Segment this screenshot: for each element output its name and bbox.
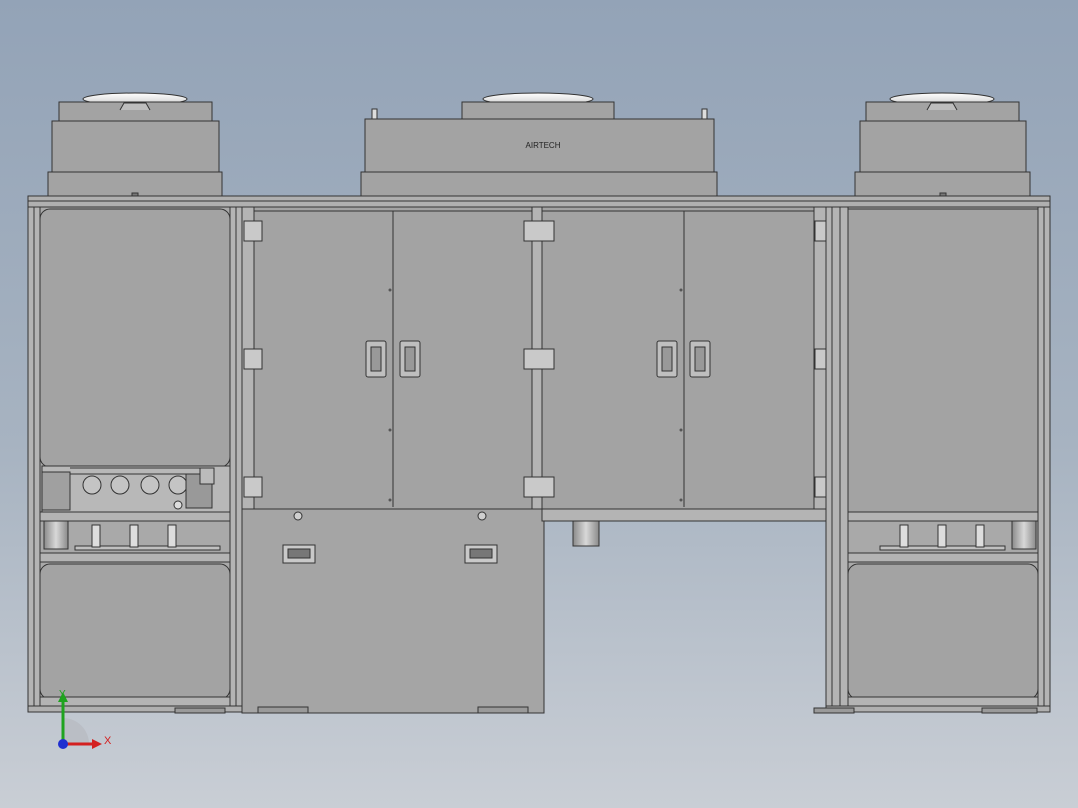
center-fan-filter-unit: AIRTECH: [360, 92, 718, 197]
y-axis-label: Y: [59, 689, 66, 700]
brand-label: AIRTECH: [526, 141, 561, 150]
origin-marker: [58, 739, 68, 749]
left-tower: [27, 206, 243, 714]
center-cabinet: [241, 206, 834, 510]
right-tower: [813, 206, 1051, 714]
lower-center-panel: [241, 508, 545, 714]
center-cylinder: [572, 520, 600, 547]
x-axis-label: X: [104, 735, 112, 747]
airtech-unit-model: AIRTECH: [27, 92, 1051, 714]
left-fan-filter-unit: [47, 92, 223, 197]
right-fan-filter-unit: [854, 92, 1031, 197]
cad-viewport[interactable]: AIRTECH X Y: [0, 0, 1078, 808]
